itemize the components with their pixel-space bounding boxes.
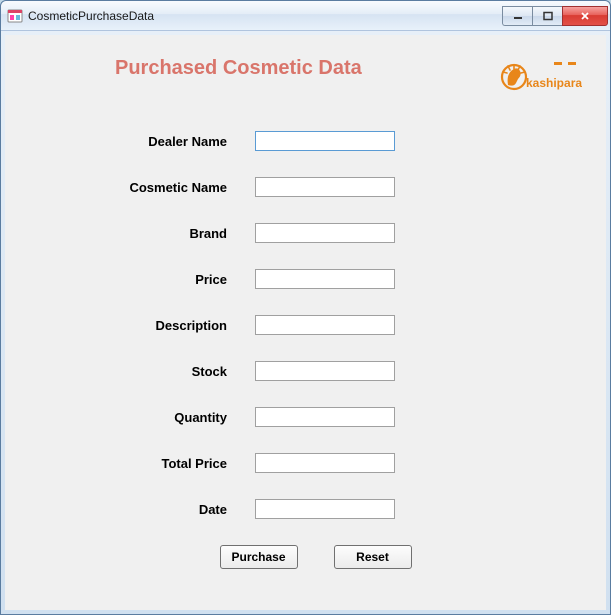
app-icon: [7, 8, 23, 24]
input-brand[interactable]: [255, 223, 395, 243]
row-stock: Stock: [90, 361, 606, 381]
purchase-button[interactable]: Purchase: [220, 545, 298, 569]
row-description: Description: [90, 315, 606, 335]
row-total-price: Total Price: [90, 453, 606, 473]
svg-text:kashipara: kashipara: [526, 76, 582, 90]
header-row: Purchased Cosmetic Data kashipara: [5, 35, 606, 107]
page-title: Purchased Cosmetic Data: [115, 57, 362, 80]
input-dealer-name[interactable]: [255, 131, 395, 151]
close-button[interactable]: [562, 6, 608, 26]
label-brand: Brand: [90, 226, 255, 241]
label-price: Price: [90, 272, 255, 287]
titlebar[interactable]: CosmeticPurchaseData: [1, 1, 610, 31]
form: Dealer Name Cosmetic Name Brand Price De…: [5, 131, 606, 519]
input-description[interactable]: [255, 315, 395, 335]
label-dealer-name: Dealer Name: [90, 134, 255, 149]
input-date[interactable]: [255, 499, 395, 519]
label-stock: Stock: [90, 364, 255, 379]
row-quantity: Quantity: [90, 407, 606, 427]
minimize-button[interactable]: [502, 6, 532, 26]
application-window: CosmeticPurchaseData Purchased Cosmetic …: [0, 0, 611, 615]
maximize-button[interactable]: [532, 6, 562, 26]
row-dealer-name: Dealer Name: [90, 131, 606, 151]
input-quantity[interactable]: [255, 407, 395, 427]
button-row: Purchase Reset: [5, 545, 606, 569]
input-price[interactable]: [255, 269, 395, 289]
label-quantity: Quantity: [90, 410, 255, 425]
input-stock[interactable]: [255, 361, 395, 381]
logo-kashipara: kashipara: [496, 57, 582, 107]
window-controls: [502, 6, 608, 26]
label-total-price: Total Price: [90, 456, 255, 471]
input-cosmetic-name[interactable]: [255, 177, 395, 197]
input-total-price[interactable]: [255, 453, 395, 473]
reset-button[interactable]: Reset: [334, 545, 412, 569]
label-cosmetic-name: Cosmetic Name: [90, 180, 255, 195]
row-brand: Brand: [90, 223, 606, 243]
client-area: Purchased Cosmetic Data kashipara Dealer…: [5, 35, 606, 610]
window-title: CosmeticPurchaseData: [28, 9, 502, 23]
row-date: Date: [90, 499, 606, 519]
row-price: Price: [90, 269, 606, 289]
row-cosmetic-name: Cosmetic Name: [90, 177, 606, 197]
label-description: Description: [90, 318, 255, 333]
label-date: Date: [90, 502, 255, 517]
